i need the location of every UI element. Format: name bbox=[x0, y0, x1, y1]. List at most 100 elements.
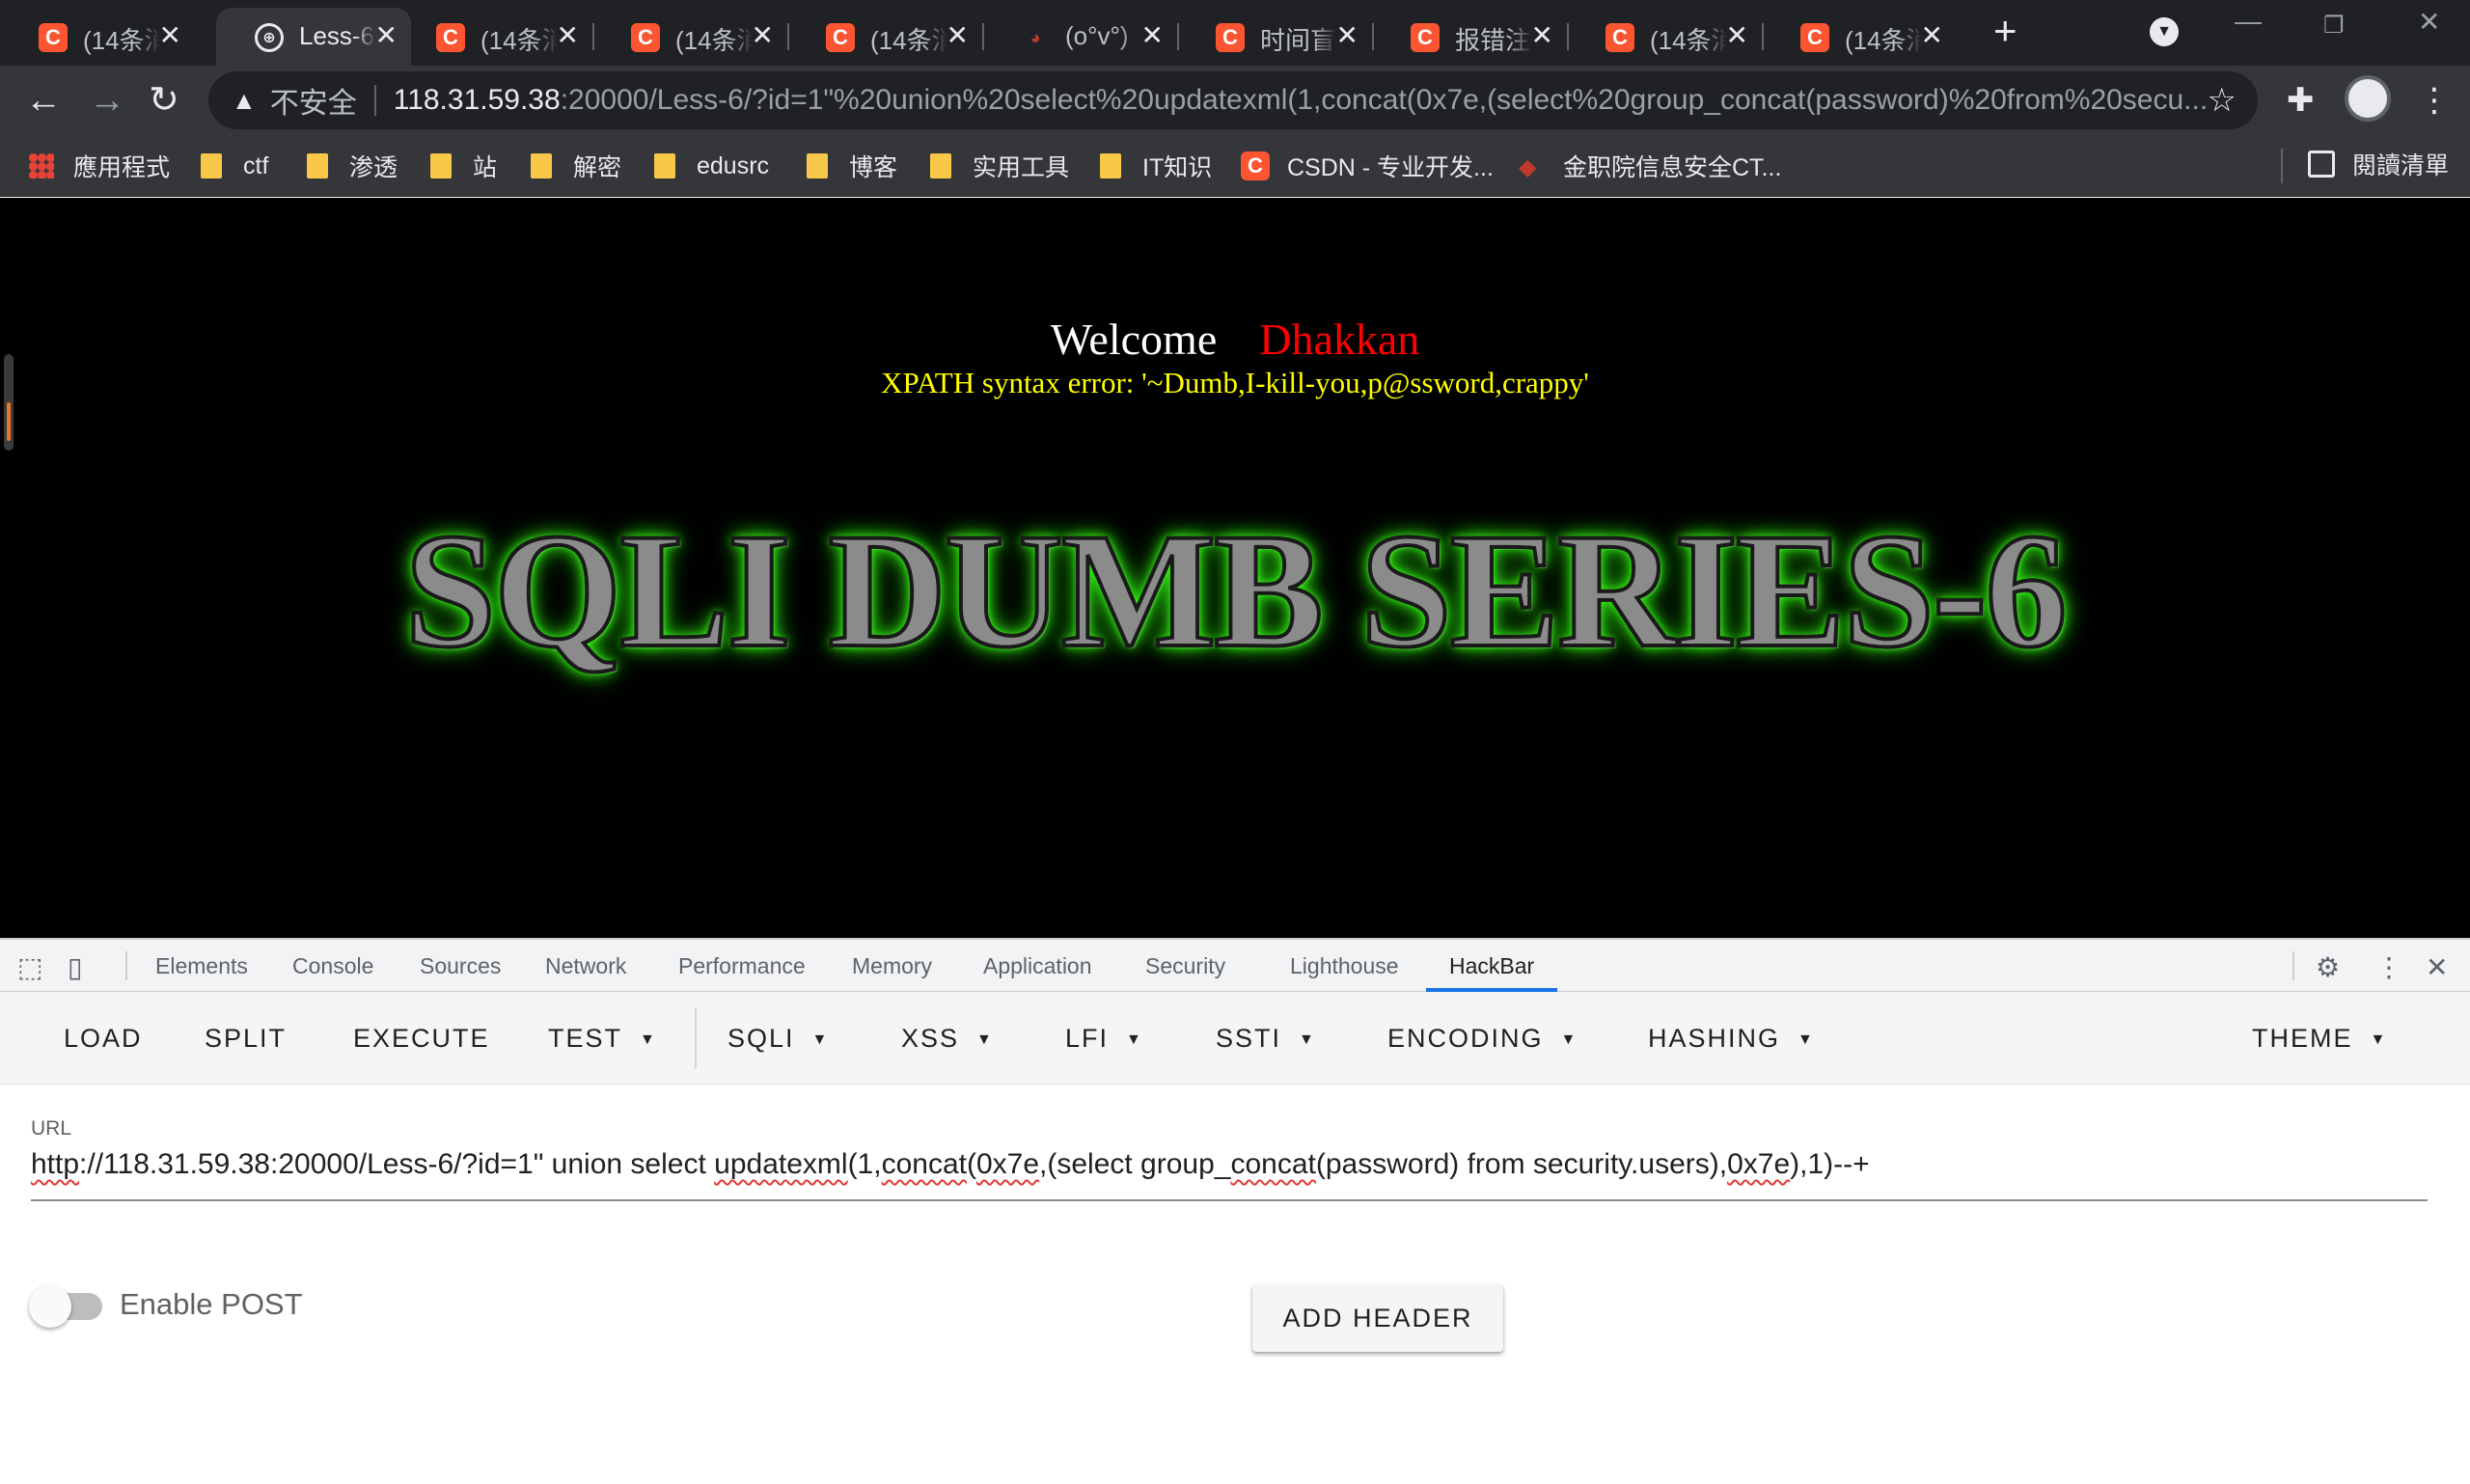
page-viewport: Welcome Dhakkan XPATH syntax error: '~Dum… bbox=[0, 198, 2470, 938]
test-menu[interactable]: TEST ▼ bbox=[548, 1015, 657, 1061]
bookmark-star-icon[interactable]: ☆ bbox=[2208, 81, 2237, 120]
back-icon[interactable]: ← bbox=[25, 81, 62, 120]
url-path: :20000/Less-6/?id=1"%20union%20select%20… bbox=[560, 84, 2209, 116]
tab-search-icon[interactable]: ▼ bbox=[2150, 17, 2179, 46]
forward-icon[interactable]: → bbox=[89, 81, 125, 120]
extensions-icon[interactable]: ✚ bbox=[2287, 81, 2315, 120]
tab-memory[interactable]: Memory bbox=[852, 940, 932, 992]
browser-tab[interactable]: C (14条消 ✕ bbox=[787, 8, 982, 66]
xss-menu[interactable]: XSS ▼ bbox=[901, 1015, 994, 1061]
close-tab-icon[interactable]: ✕ bbox=[557, 21, 579, 50]
url-host: 118.31.59.38 bbox=[393, 84, 561, 116]
browser-tab[interactable]: C 报错注 ✕ bbox=[1372, 8, 1567, 66]
csdn-icon: C bbox=[1800, 23, 1829, 52]
browser-tab[interactable]: C (14条消 ✕ bbox=[1762, 8, 1957, 66]
menu-dots-icon[interactable]: ⋮ bbox=[2418, 81, 2451, 120]
page-banner: SQLI DUMB SERIES-6 bbox=[402, 498, 2069, 683]
folder-icon bbox=[307, 153, 328, 179]
bookmark-folder[interactable]: 博客 bbox=[807, 147, 897, 185]
bookmark-apps[interactable]: 應用程式 bbox=[29, 147, 170, 185]
bookmark-folder[interactable]: ctf bbox=[201, 147, 268, 185]
more-options-icon[interactable]: ⋮ bbox=[2375, 951, 2402, 983]
minimize-icon[interactable]: — bbox=[2235, 6, 2262, 37]
close-tab-icon[interactable]: ✕ bbox=[1531, 21, 1553, 50]
close-tab-icon[interactable]: ✕ bbox=[947, 21, 969, 50]
browser-tab[interactable]: C 时间盲 ✕ bbox=[1177, 8, 1372, 66]
folder-icon bbox=[930, 153, 951, 179]
tab-lighthouse[interactable]: Lighthouse bbox=[1290, 940, 1399, 992]
split-button[interactable]: SPLIT bbox=[205, 1015, 287, 1061]
tab-hackbar[interactable]: HackBar bbox=[1426, 940, 1558, 992]
bookmark-folder[interactable]: 解密 bbox=[531, 147, 621, 185]
bookmark-folder[interactable]: 站 bbox=[430, 147, 497, 185]
divider bbox=[125, 951, 127, 980]
close-tab-icon[interactable]: ✕ bbox=[1141, 21, 1164, 50]
reading-list-button[interactable]: 閱讀清單 bbox=[2307, 147, 2449, 181]
close-tab-icon[interactable]: ✕ bbox=[1726, 21, 1748, 50]
tab-performance[interactable]: Performance bbox=[678, 940, 806, 992]
apps-icon bbox=[29, 153, 54, 179]
tab-elements[interactable]: Elements bbox=[155, 940, 248, 992]
add-header-button[interactable]: ADD HEADER bbox=[1252, 1284, 1503, 1352]
tab-sources[interactable]: Sources bbox=[420, 940, 501, 992]
close-devtools-icon[interactable]: ✕ bbox=[2426, 951, 2448, 983]
lfi-menu[interactable]: LFI ▼ bbox=[1065, 1015, 1143, 1061]
close-tab-icon[interactable]: ✕ bbox=[1921, 21, 1943, 50]
browser-tab[interactable]: C (14条消 ✕ bbox=[0, 8, 195, 66]
profile-avatar[interactable] bbox=[2345, 75, 2391, 122]
close-tab-icon[interactable]: ✕ bbox=[752, 21, 774, 50]
close-tab-icon[interactable]: ✕ bbox=[1336, 21, 1358, 50]
cube-icon: ◆ bbox=[1519, 154, 1537, 180]
folder-icon bbox=[654, 153, 675, 179]
tab-security[interactable]: Security bbox=[1145, 940, 1225, 992]
new-tab-button[interactable]: + bbox=[1993, 8, 2017, 54]
security-label[interactable]: 不安全 bbox=[270, 79, 357, 122]
browser-tab-active[interactable]: ⊕ Less-6 ✕ bbox=[216, 8, 411, 66]
execute-button[interactable]: EXECUTE bbox=[353, 1015, 490, 1061]
bookmark-folder[interactable]: 实用工具 bbox=[930, 147, 1069, 185]
url-input[interactable]: http://118.31.59.38:20000/Less-6/?id=1" … bbox=[31, 1148, 2428, 1181]
hashing-menu[interactable]: HASHING ▼ bbox=[1648, 1015, 1815, 1061]
reload-icon[interactable]: ↻ bbox=[149, 81, 179, 120]
close-tab-icon[interactable]: ✕ bbox=[159, 21, 181, 50]
csdn-icon: C bbox=[1241, 151, 1270, 180]
close-tab-icon[interactable]: ✕ bbox=[375, 21, 398, 50]
browser-tab[interactable]: C (14条消 ✕ bbox=[398, 8, 592, 66]
csdn-icon: C bbox=[1216, 23, 1245, 52]
error-message: XPATH syntax error: '~Dumb,I-kill-you,p@… bbox=[881, 366, 1589, 399]
tab-application[interactable]: Application bbox=[983, 940, 1092, 992]
enable-post-toggle-knob[interactable] bbox=[29, 1285, 71, 1328]
caret-down-icon: ▼ bbox=[976, 1031, 994, 1048]
browser-tab[interactable]: C (14条消 ✕ bbox=[592, 8, 787, 66]
ssti-menu[interactable]: SSTI ▼ bbox=[1216, 1015, 1316, 1061]
warning-icon[interactable]: ▲ bbox=[232, 86, 257, 116]
device-toolbar-icon[interactable]: ▯ bbox=[68, 951, 82, 983]
restore-icon[interactable]: ❐ bbox=[2323, 12, 2345, 40]
bookmark-folder[interactable]: IT知识 bbox=[1100, 147, 1212, 185]
sqli-menu[interactable]: SQLI ▼ bbox=[727, 1015, 829, 1061]
divider bbox=[695, 1007, 697, 1069]
tab-network[interactable]: Network bbox=[545, 940, 626, 992]
face-icon: ◕ bbox=[1029, 27, 1041, 47]
encoding-menu[interactable]: ENCODING ▼ bbox=[1387, 1015, 1578, 1061]
bookmark-ctf-site[interactable]: ◆ 金职院信息安全CT... bbox=[1519, 147, 1781, 185]
browser-tab[interactable]: ◕ (o°v°) ✕ bbox=[982, 8, 1177, 66]
browser-tab[interactable]: C (14条消 ✕ bbox=[1567, 8, 1762, 66]
divider bbox=[2281, 149, 2283, 183]
caret-down-icon: ▼ bbox=[811, 1031, 830, 1048]
url-input-underline bbox=[31, 1199, 2428, 1201]
tab-console[interactable]: Console bbox=[292, 940, 373, 992]
load-button[interactable]: LOAD bbox=[64, 1015, 143, 1061]
welcome-text: Welcome bbox=[1050, 315, 1218, 364]
close-window-icon[interactable]: ✕ bbox=[2418, 6, 2440, 38]
address-bar[interactable]: ▲ 不安全 118.31.59.38 :20000/Less-6/?id=1"%… bbox=[208, 71, 2258, 129]
settings-gear-icon[interactable]: ⚙ bbox=[2316, 951, 2340, 983]
folder-icon bbox=[1100, 153, 1121, 179]
bookmark-folder[interactable]: edusrc bbox=[654, 147, 769, 185]
bookmark-folder[interactable]: 渗透 bbox=[307, 147, 398, 185]
caret-down-icon: ▼ bbox=[1798, 1031, 1815, 1048]
csdn-icon: C bbox=[436, 23, 465, 52]
bookmark-csdn[interactable]: C CSDN - 专业开发... bbox=[1241, 147, 1494, 185]
theme-menu[interactable]: THEME ▼ bbox=[2252, 1015, 2387, 1061]
inspect-element-icon[interactable]: ⬚ bbox=[17, 951, 42, 983]
